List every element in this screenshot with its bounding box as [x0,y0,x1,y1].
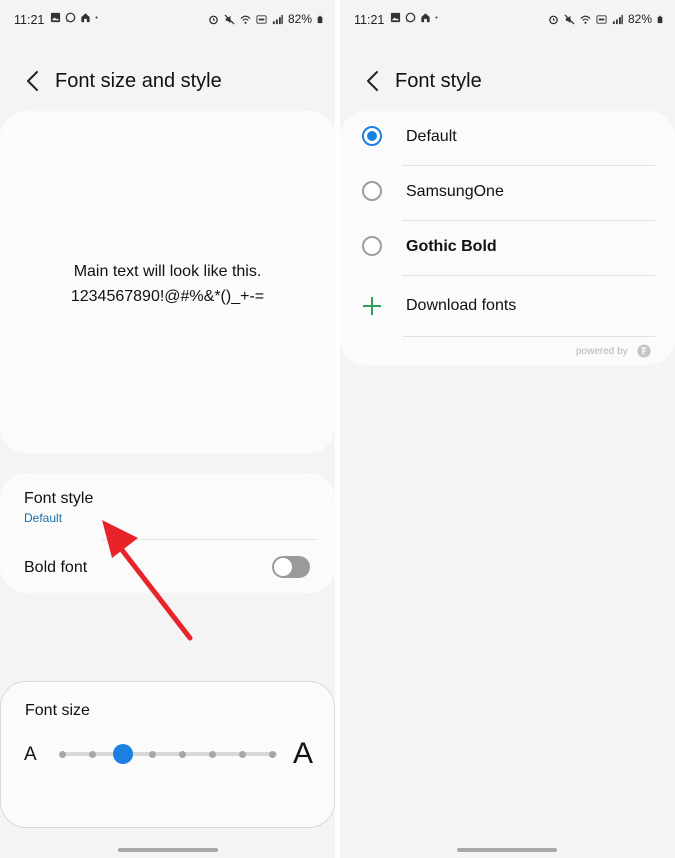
gallery-icon [390,12,401,23]
powered-by-text: powered by [576,346,628,357]
wifi-icon [580,15,591,24]
bold-font-toggle[interactable] [272,556,310,578]
option-samsungone-label: SamsungOne [406,183,504,200]
plus-icon [363,297,381,315]
option-divider [402,336,655,337]
bold-font-title: Bold font [24,559,88,576]
option-gothic-bold-label: Gothic Bold [406,238,497,255]
app-header: Font style [340,60,675,102]
font-style-title: Font style [24,490,94,507]
mute-icon [224,13,235,25]
back-arrow-icon[interactable] [362,68,384,94]
slider-step [209,751,216,758]
slider-step [59,751,66,758]
toggle-knob [274,558,292,576]
volte-icon [256,14,267,24]
page-title: Font size and style [55,70,222,92]
battery-icon [657,15,663,23]
page-title: Font style [395,70,482,92]
whatsapp-icon [405,12,416,23]
status-bar: 11:21 82% [340,0,675,38]
font-size-title: Font size [25,702,90,719]
status-bar: 11:21 82% [0,0,335,38]
download-fonts-row[interactable]: Download fonts [340,276,675,336]
gallery-icon [50,12,61,23]
option-samsungone[interactable]: SamsungOne [340,166,675,220]
status-time: 11:21 [14,13,45,27]
font-preview-card: Main text will look like this. 123456789… [0,111,335,453]
slider-step [149,751,156,758]
dot-icon [95,16,98,19]
font-style-options-card: Default SamsungOne Gothic Bold Download … [340,111,675,365]
radio-default[interactable] [362,126,382,146]
download-fonts-label: Download fonts [406,297,517,314]
signal-icon [272,14,283,24]
home-icon [421,13,430,23]
home-icon [81,13,90,23]
slider-step [269,751,276,758]
provider-logo-icon [637,344,651,358]
status-time: 11:21 [354,13,385,27]
small-a-label: A [24,744,37,765]
option-gothic-bold[interactable]: Gothic Bold [340,221,675,275]
wifi-icon [240,15,251,24]
battery-percent: 82% [627,12,652,26]
option-default-label: Default [406,128,457,145]
alarm-icon [209,15,218,24]
whatsapp-icon [65,12,76,23]
font-style-value: Default [24,511,63,525]
signal-icon [612,14,623,24]
nav-handle[interactable] [118,848,218,852]
preview-line-1: Main text will look like this. [73,263,262,280]
nav-handle[interactable] [457,848,557,852]
font-size-slider-thumb[interactable] [113,744,133,764]
font-style-screen: 11:21 82% Font style Default SamsungOne … [340,0,675,858]
font-size-and-style-screen: 11:21 82% Font size and style Main text … [0,0,335,858]
slider-step [179,751,186,758]
battery-icon [317,15,323,23]
volte-icon [596,14,607,24]
radio-samsungone[interactable] [362,181,382,201]
app-header: Font size and style [0,60,335,102]
preview-line-2: 1234567890!@#%&*()_+-= [70,288,265,305]
alarm-icon [549,15,558,24]
dot-icon [435,16,438,19]
annotation-arrow-icon [102,520,193,641]
slider-step [239,751,246,758]
preview-text: Main text will look like this. 123456789… [0,259,335,309]
mute-icon [564,13,575,25]
option-default[interactable]: Default [340,111,675,165]
battery-percent: 82% [287,12,312,26]
back-arrow-icon[interactable] [22,68,44,94]
slider-step [89,751,96,758]
radio-gothic-bold[interactable] [362,236,382,256]
large-a-label: A [293,737,314,770]
